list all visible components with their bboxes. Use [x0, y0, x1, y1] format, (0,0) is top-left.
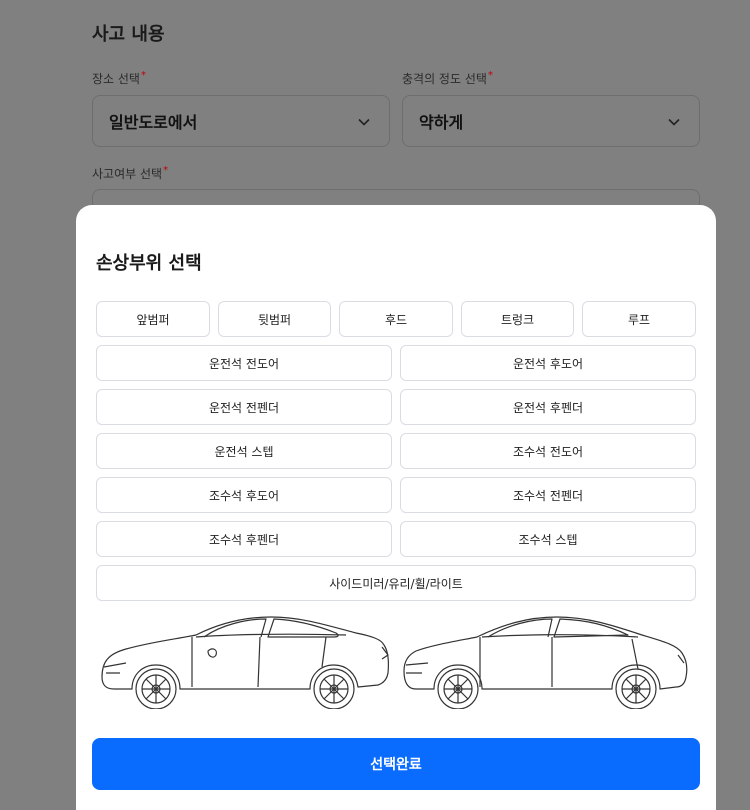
- car-right-side-illustration: [403, 616, 688, 709]
- part-passenger-rear-fender-button[interactable]: 조수석 후펜더: [96, 521, 392, 557]
- part-driver-rear-door-button[interactable]: 운전석 후도어: [400, 345, 696, 381]
- modal-title: 손상부위 선택: [96, 253, 202, 274]
- accident-label-text: 사고여부 선택: [92, 167, 163, 181]
- part-driver-front-door-button[interactable]: 운전석 전도어: [96, 345, 392, 381]
- part-driver-rear-fender-button[interactable]: 운전석 후펜더: [400, 389, 696, 425]
- impact-label: 충격의 정도 선택*: [402, 70, 493, 87]
- part-passenger-front-door-button[interactable]: 조수석 전도어: [400, 433, 696, 469]
- part-driver-front-fender-button[interactable]: 운전석 전펜더: [96, 389, 392, 425]
- part-driver-step-button[interactable]: 운전석 스텝: [96, 433, 392, 469]
- required-mark: *: [163, 165, 169, 176]
- part-trunk-button[interactable]: 트렁크: [461, 301, 574, 337]
- place-select[interactable]: 일반도로에서: [92, 95, 390, 147]
- part-passenger-front-fender-button[interactable]: 조수석 전펜더: [400, 477, 696, 513]
- chevron-down-icon: [668, 118, 680, 126]
- part-rear-bumper-button[interactable]: 뒷범퍼: [218, 301, 331, 337]
- select-complete-button[interactable]: 선택완료: [92, 738, 700, 790]
- part-passenger-step-button[interactable]: 조수석 스텝: [400, 521, 696, 557]
- place-label-text: 장소 선택: [92, 72, 140, 86]
- chevron-down-icon: [358, 118, 370, 126]
- damage-part-modal: 손상부위 선택 앞범퍼 뒷범퍼 후드 트렁크 루프 운전석 전도어 운전석 후도…: [76, 205, 716, 810]
- place-select-value: 일반도로에서: [109, 113, 198, 132]
- part-hood-button[interactable]: 후드: [339, 301, 453, 337]
- part-passenger-rear-door-button[interactable]: 조수석 후도어: [96, 477, 392, 513]
- impact-select-value: 약하게: [419, 113, 464, 132]
- part-front-bumper-button[interactable]: 앞범퍼: [96, 301, 210, 337]
- impact-select[interactable]: 약하게: [402, 95, 700, 147]
- part-roof-button[interactable]: 루프: [582, 301, 696, 337]
- impact-label-text: 충격의 정도 선택: [402, 72, 487, 86]
- place-label: 장소 선택*: [92, 70, 146, 87]
- part-mirror-glass-wheel-light-button[interactable]: 사이드미러/유리/휠/라이트: [96, 565, 696, 601]
- car-diagram: [101, 616, 688, 709]
- accident-label: 사고여부 선택*: [92, 165, 168, 182]
- section-title: 사고 내용: [92, 24, 165, 45]
- car-left-side-illustration: [101, 616, 389, 709]
- required-mark: *: [487, 70, 493, 81]
- required-mark: *: [140, 70, 146, 81]
